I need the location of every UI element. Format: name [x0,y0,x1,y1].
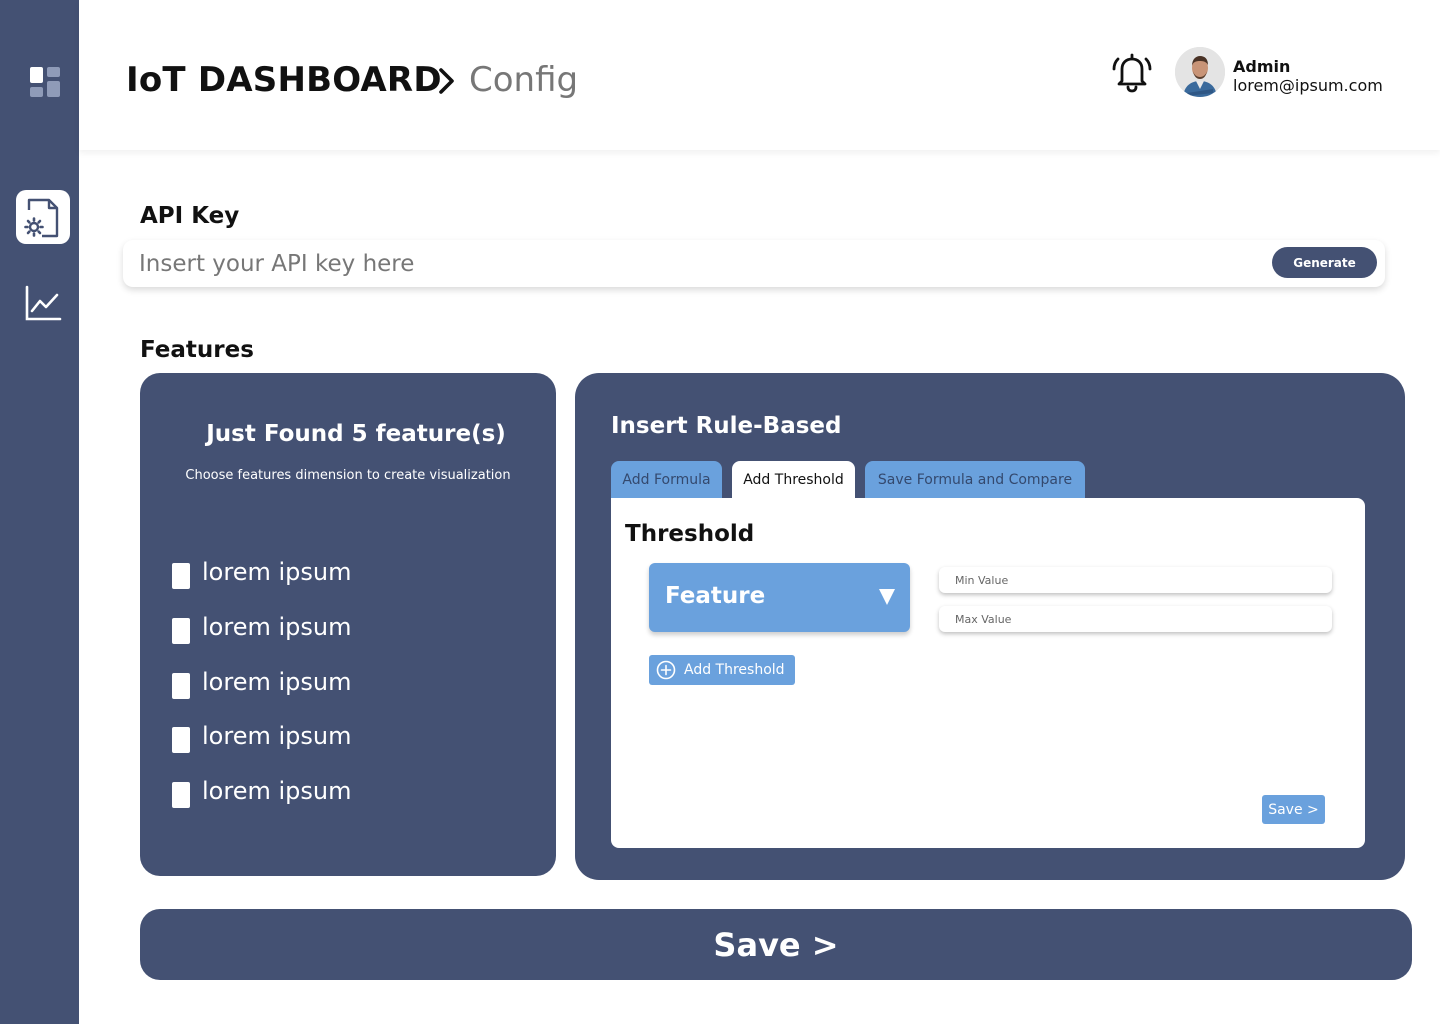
threshold-title: Threshold [625,521,755,547]
tab-add-threshold[interactable]: Add Threshold [732,461,855,499]
user-email: lorem@ipsum.com [1233,76,1383,95]
feature-label: lorem ipsum [202,722,352,750]
feature-label: lorem ipsum [202,777,352,805]
sidebar-item-dashboard[interactable] [22,62,68,102]
feature-item[interactable]: lorem ipsum [172,556,352,589]
feature-item[interactable]: lorem ipsum [172,775,352,808]
feature-checkbox[interactable] [172,727,190,753]
features-found-title: Just Found 5 feature(s) [206,421,506,447]
add-threshold-label: Add Threshold [684,662,785,678]
dashboard-icon [30,67,60,97]
api-key-bar: Generate [123,240,1385,287]
feature-dropdown[interactable]: Feature [649,563,910,632]
min-value-field [939,567,1332,593]
feature-item[interactable]: lorem ipsum [172,611,352,644]
min-value-input[interactable] [955,571,1315,589]
bell-icon [1112,53,1152,93]
feature-checkbox[interactable] [172,782,190,808]
avatar[interactable] [1175,47,1225,97]
features-found-subtitle: Choose features dimension to create visu… [185,468,511,483]
save-button[interactable]: Save > [140,909,1412,980]
rule-based-title: Insert Rule-Based [611,413,842,439]
threshold-card: Threshold Feature Add Threshold Save > [611,498,1365,848]
rule-based-panel: Insert Rule-Based Add Formula Add Thresh… [575,373,1405,880]
top-header: IoT DASHBOARD Config Admin lorem@ipsum.c… [79,0,1440,150]
sidebar-item-analytics[interactable] [18,280,68,326]
feature-checkbox[interactable] [172,618,190,644]
max-value-input[interactable] [955,610,1315,628]
generate-button[interactable]: Generate [1272,247,1377,278]
sidebar-item-config[interactable] [16,190,70,244]
features-title: Features [140,337,254,363]
feature-item[interactable]: lorem ipsum [172,720,352,753]
notifications-button[interactable] [1111,50,1153,94]
caret-down-icon [879,589,895,605]
api-key-input[interactable] [139,246,1259,281]
api-key-title: API Key [140,203,240,229]
sidebar [0,0,79,1024]
features-panel: Just Found 5 feature(s) Choose features … [140,373,556,876]
feature-label: lorem ipsum [202,613,352,641]
breadcrumb-current: Config [469,60,579,100]
feature-label: lorem ipsum [202,558,352,586]
feature-dropdown-label: Feature [665,583,766,609]
tab-add-formula[interactable]: Add Formula [611,461,722,499]
feature-label: lorem ipsum [202,668,352,696]
chevron-right-icon [439,68,454,94]
breadcrumb-root[interactable]: IoT DASHBOARD [126,60,442,100]
config-file-gear-icon [24,198,59,238]
feature-checkbox[interactable] [172,673,190,699]
threshold-save-button[interactable]: Save > [1262,795,1325,824]
user-name: Admin [1233,57,1291,76]
feature-item[interactable]: lorem ipsum [172,666,352,699]
user-photo-icon [1175,47,1225,97]
max-value-field [939,606,1332,632]
line-chart-icon [25,285,62,321]
tab-save-formula-compare[interactable]: Save Formula and Compare [865,461,1085,499]
feature-checkbox[interactable] [172,563,190,589]
plus-circle-icon [656,660,676,680]
add-threshold-button[interactable]: Add Threshold [649,655,795,685]
